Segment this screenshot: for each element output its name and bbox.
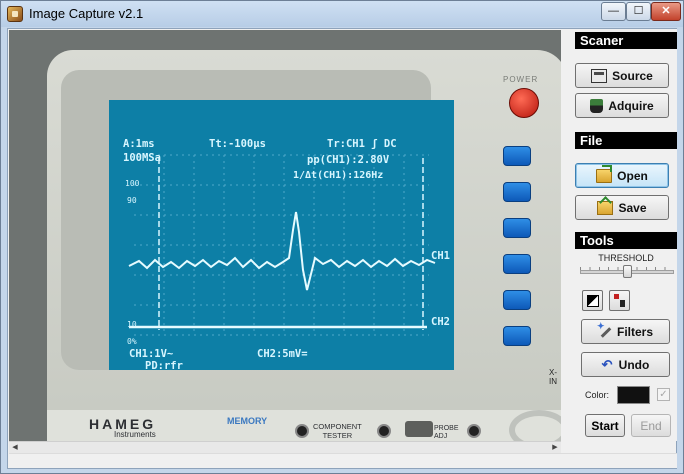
open-button-label: Open xyxy=(617,168,648,183)
invert-button[interactable] xyxy=(582,290,603,311)
source-button[interactable]: Source xyxy=(575,63,669,88)
xin-label: X-IN xyxy=(549,368,557,386)
app-icon xyxy=(7,6,23,22)
power-button-image xyxy=(509,88,539,118)
undo-arrow-icon: ↶ xyxy=(601,356,613,372)
source-button-label: Source xyxy=(612,68,653,83)
screen-timebase: A:1ms xyxy=(123,138,155,150)
magic-wand-icon xyxy=(597,321,612,339)
open-button[interactable]: Open xyxy=(575,163,669,188)
knob xyxy=(295,424,309,438)
color-label: Color: xyxy=(585,390,610,400)
scanner-icon xyxy=(591,68,608,83)
swap-colors-button[interactable] xyxy=(609,290,630,311)
tools-section-header: Tools xyxy=(575,232,677,249)
screen-trigger: Tr:CH1 ʃ DC xyxy=(327,138,397,150)
threshold-label: THRESHOLD xyxy=(598,253,654,263)
probe-adj-label: PROBE ADJ xyxy=(434,425,459,440)
end-button[interactable]: End xyxy=(631,414,671,437)
camera-icon xyxy=(590,98,604,113)
screen-sample-rate: 100MSa xyxy=(123,152,161,164)
scroll-right-arrow-icon[interactable]: ▶ xyxy=(549,442,561,453)
screen-scale-90: 90 xyxy=(127,196,137,205)
screen-grid xyxy=(128,154,436,336)
screen-trigger-time: Tt:-100μs xyxy=(209,138,266,150)
knob xyxy=(377,424,391,438)
file-section-header: File xyxy=(575,132,677,149)
save-button-label: Save xyxy=(618,200,647,215)
captured-image[interactable]: POWER A:1ms 100MSa Tt:-100μs Tr:CH1 ʃ DC… xyxy=(9,30,561,441)
adquire-button-label: Adquire xyxy=(608,98,654,113)
component-tester-label: COMPONENT TESTER xyxy=(313,422,362,440)
screen-pd: PD:rfr xyxy=(145,360,183,370)
contrast-icon xyxy=(587,295,599,307)
screen-ch2-scale: CH2:5mV= xyxy=(257,348,308,360)
threshold-slider-thumb[interactable] xyxy=(622,265,632,278)
screen-frequency: 1/Δt(CH1):126Hz xyxy=(293,170,384,181)
side-button xyxy=(503,146,531,166)
screen-scale-0: 0% xyxy=(127,337,137,346)
side-button xyxy=(503,254,531,274)
minimize-button[interactable]: — xyxy=(601,2,626,21)
filters-button-label: Filters xyxy=(616,324,653,339)
control-panel: Scaner Source Adquire File Open Save Too… xyxy=(564,29,677,441)
title-bar[interactable]: Image Capture v2.1 — ☐ ✕ xyxy=(1,1,683,27)
side-button xyxy=(503,326,531,346)
power-label: POWER xyxy=(503,75,539,84)
undo-button[interactable]: ↶ Undo xyxy=(581,352,670,377)
folder-open-icon xyxy=(596,164,613,183)
brand-subtitle: Instruments xyxy=(114,430,156,439)
side-button xyxy=(503,218,531,238)
close-button[interactable]: ✕ xyxy=(651,2,681,21)
folder-save-icon xyxy=(597,200,614,215)
screen-scale-100: 100 xyxy=(125,179,140,188)
swap-colors-icon xyxy=(614,294,626,308)
filters-button[interactable]: Filters xyxy=(581,319,670,344)
oscilloscope-screen: A:1ms 100MSa Tt:-100μs Tr:CH1 ʃ DC pp(CH… xyxy=(109,100,454,370)
probe-button-image xyxy=(405,421,433,437)
memory-label: MEMORY xyxy=(227,416,268,426)
horizontal-scrollbar[interactable]: ◀ ▶ xyxy=(9,441,561,453)
save-button[interactable]: Save xyxy=(575,195,669,220)
start-button[interactable]: Start xyxy=(585,414,625,437)
app-window: Image Capture v2.1 — ☐ ✕ POWER A:1ms 100… xyxy=(0,0,684,474)
maximize-button[interactable]: ☐ xyxy=(626,2,651,21)
undo-button-label: Undo xyxy=(618,357,650,372)
scroll-left-arrow-icon[interactable]: ◀ xyxy=(9,442,21,453)
screen-scale-10: 10 xyxy=(127,320,137,329)
client-area: POWER A:1ms 100MSa Tt:-100μs Tr:CH1 ʃ DC… xyxy=(7,28,677,469)
side-button xyxy=(503,182,531,202)
screen-peak-to-peak: pp(CH1):2.80V xyxy=(307,154,390,166)
screen-ch1-marker: CH1 xyxy=(431,250,450,262)
side-button xyxy=(503,290,531,310)
screen-ch2-marker: CH2 xyxy=(431,316,450,328)
color-swatch[interactable] xyxy=(617,386,650,404)
adquire-button[interactable]: Adquire xyxy=(575,93,669,118)
status-bar xyxy=(9,453,677,468)
screen-ch1-scale: CH1:1V~ xyxy=(129,348,174,360)
color-checkbox[interactable]: ✓ xyxy=(657,388,670,401)
window-title: Image Capture v2.1 xyxy=(29,6,144,21)
knob xyxy=(467,424,481,438)
scanner-section-header: Scaner xyxy=(575,32,677,49)
